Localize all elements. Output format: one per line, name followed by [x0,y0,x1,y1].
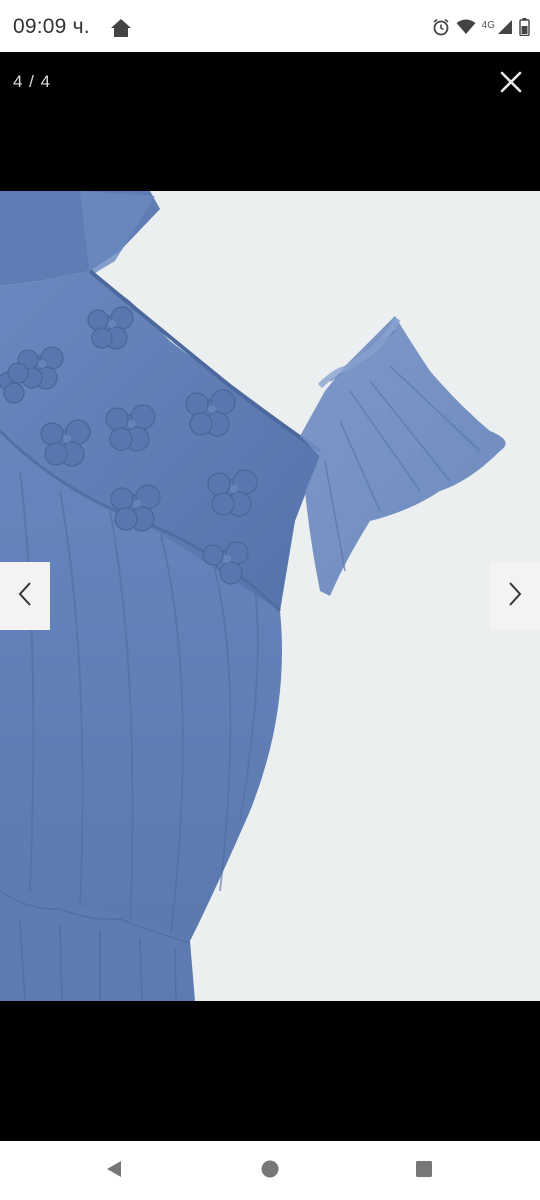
back-icon[interactable] [104,1159,124,1184]
status-time: 09:09 ч. [13,15,90,38]
signal-icon [497,19,513,40]
network-type: 4G [481,20,495,31]
status-bar: 09:09 ч. 4G [0,0,540,52]
battery-icon [519,18,530,41]
home-circle-icon[interactable] [260,1159,280,1184]
viewer-header: 4 / 4 [0,52,540,191]
close-icon[interactable] [498,69,524,95]
image-counter: 4 / 4 [13,72,52,91]
previous-image-button[interactable] [0,562,50,630]
status-icons: 4G [432,18,530,41]
chevron-right-icon [505,580,525,613]
home-icon [110,18,132,43]
alarm-icon [432,18,450,41]
product-image-area[interactable] [0,191,540,1001]
next-image-button[interactable] [490,562,540,630]
viewer-footer [0,1001,540,1141]
chevron-left-icon [15,580,35,613]
recents-icon[interactable] [414,1159,434,1184]
wifi-icon [456,19,476,40]
product-image [0,191,506,1001]
system-navigation-bar [0,1141,540,1200]
